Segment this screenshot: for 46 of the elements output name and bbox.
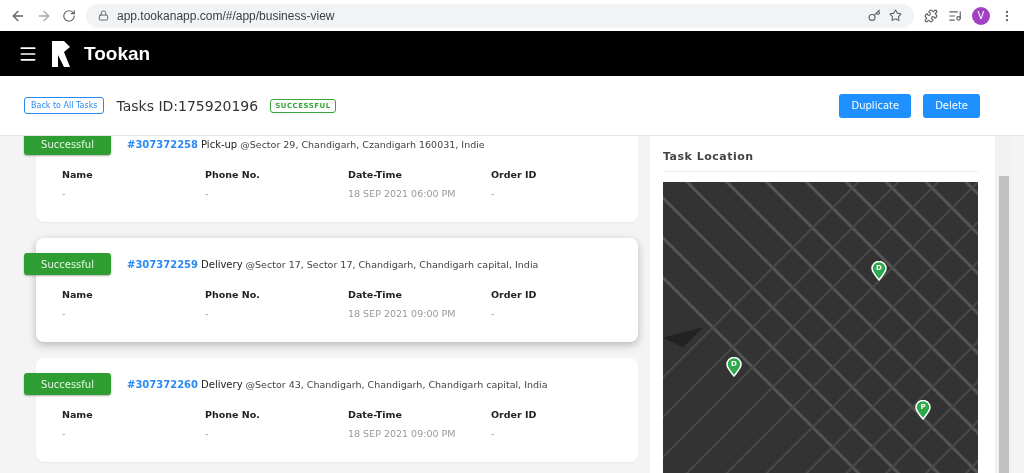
- reload-icon[interactable]: [62, 8, 76, 23]
- playlist-icon[interactable]: [948, 8, 962, 23]
- task-summary: #307372260 Delivery @Sector 43, Chandigarh, Chandigarh, Chandigarh capital, India: [127, 378, 548, 390]
- field-label: Order ID: [491, 289, 538, 300]
- field-label: Date-Time: [348, 169, 403, 180]
- back-button[interactable]: Back to All Tasks: [24, 97, 105, 114]
- field-value: -: [491, 308, 496, 319]
- lock-icon: [98, 10, 109, 21]
- status-badge: Successful: [24, 373, 111, 395]
- field-label: Date-Time: [348, 409, 403, 420]
- task-summary: #307372259 Delivery @Sector 17, Sector 17, Chandigarh, Chandigarh capital, India: [127, 258, 539, 270]
- field-value: -: [62, 308, 67, 319]
- field-value: -: [205, 308, 210, 319]
- field-label: Phone No.: [205, 289, 261, 300]
- key-icon[interactable]: [868, 9, 881, 22]
- profile-avatar[interactable]: V: [972, 6, 990, 25]
- address-bar[interactable]: app.tookanapp.com/#/app/business-view: [86, 3, 914, 28]
- star-icon[interactable]: [889, 9, 902, 22]
- field-label: Name: [62, 409, 94, 420]
- page-title: Tasks ID:175920196: [116, 97, 259, 114]
- field-label: Phone No.: [205, 409, 261, 420]
- extensions-icon[interactable]: [924, 8, 938, 23]
- section-title: Task Location: [663, 150, 978, 172]
- field-value: -: [62, 428, 67, 439]
- field-label: Order ID: [491, 409, 538, 420]
- field-value: -: [205, 188, 210, 199]
- field-label: Phone No.: [205, 169, 261, 180]
- status-badge: Successful: [24, 253, 111, 275]
- field-label: Order ID: [491, 169, 538, 180]
- field-value: -: [491, 188, 496, 199]
- status-badge: Successful: [24, 136, 111, 155]
- scrollbar-thumb[interactable]: [998, 176, 1009, 473]
- field-label: Name: [62, 169, 94, 180]
- field-value: -: [62, 188, 67, 199]
- field-value: -: [491, 428, 496, 439]
- delete-button[interactable]: Delete: [923, 93, 980, 118]
- duplicate-button[interactable]: Duplicate: [839, 93, 912, 118]
- field-label: Name: [62, 289, 94, 300]
- field-label: Date-Time: [348, 289, 403, 300]
- field-value: 18 SEP 2021 09:00 PM: [348, 428, 457, 439]
- brand-name: Tookan: [84, 42, 151, 65]
- task-summary: #307372258 Pick-up @Sector 29, Chandigarh, Czandigarh 160031, Indie: [127, 138, 485, 150]
- field-value: 18 SEP 2021 06:00 PM: [348, 188, 457, 199]
- logo-icon: [50, 38, 72, 69]
- field-value: -: [205, 428, 210, 439]
- field-value: 18 SEP 2021 09:00 PM: [348, 308, 457, 319]
